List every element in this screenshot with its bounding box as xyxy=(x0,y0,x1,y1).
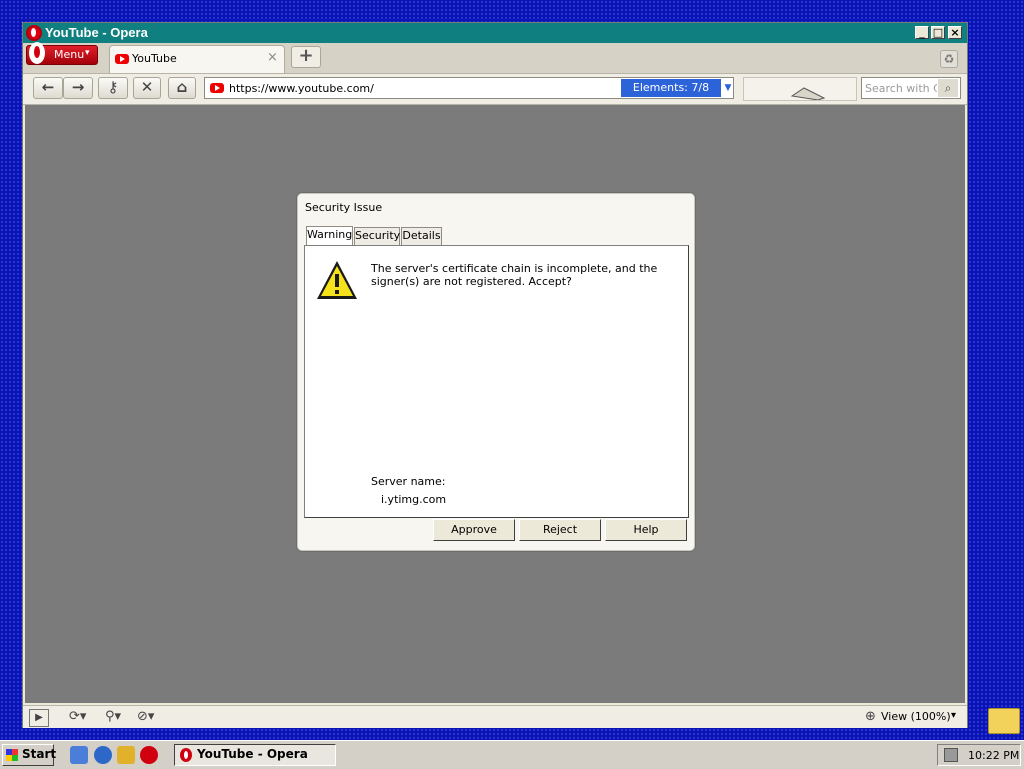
warning-message: The server's certificate chain is incomp… xyxy=(371,262,658,288)
turbo-icon[interactable]: ⊘▾ xyxy=(137,709,154,724)
tab-warning[interactable]: Warning xyxy=(306,226,353,246)
zoom-icon[interactable]: ⊕ xyxy=(865,709,876,724)
taskbar-item-opera[interactable]: YouTube - Opera xyxy=(174,744,336,766)
address-dropdown-icon[interactable]: ▼ xyxy=(722,79,734,97)
tab-security[interactable]: Security xyxy=(354,227,400,246)
warning-triangle-icon xyxy=(317,261,357,299)
trash-icon[interactable]: ♻ xyxy=(940,50,958,68)
zoom-chevron-icon[interactable]: ▾ xyxy=(951,710,956,721)
server-name-value: i.ytimg.com xyxy=(381,493,447,506)
security-issue-dialog: Security Issue Warning Security Details … xyxy=(296,192,696,552)
share-icon[interactable]: ⚲▾ xyxy=(105,709,121,724)
elements-badge[interactable]: Elements: 7/8 xyxy=(621,79,721,97)
tab-youtube[interactable]: YouTube × xyxy=(109,45,285,73)
back-button[interactable]: ← xyxy=(33,77,63,99)
opera-quicklaunch-icon[interactable] xyxy=(140,746,158,764)
windows-flag-icon xyxy=(6,749,18,761)
server-name-label: Server name: xyxy=(371,475,446,488)
opera-o-icon xyxy=(29,42,45,64)
forward-button[interactable]: → xyxy=(63,77,93,99)
taskbar-item-label: YouTube - Opera xyxy=(197,747,308,761)
internet-explorer-icon[interactable] xyxy=(94,746,112,764)
close-button[interactable]: × xyxy=(948,26,962,39)
window-title: YouTube - Opera xyxy=(45,25,148,40)
tab-title: YouTube xyxy=(132,52,177,65)
approve-button[interactable]: Approve xyxy=(433,519,515,541)
taskbar: Start YouTube - Opera 10:22 PM xyxy=(0,740,1024,769)
dialog-title: Security Issue xyxy=(305,201,383,214)
page-content: Security Issue Warning Security Details … xyxy=(25,105,965,703)
search-placeholder: Search with C xyxy=(865,82,937,95)
speed-dial-preview xyxy=(743,77,857,101)
status-bar: ▶ ⟳▾ ⚲▾ ⊘▾ ⊕ View (100%) ▾ xyxy=(23,705,967,728)
search-field[interactable]: Search with C ⌕ xyxy=(861,77,961,99)
youtube-favicon-icon xyxy=(115,54,129,64)
stop-button[interactable]: ✕ xyxy=(133,77,161,99)
navigation-toolbar: ← → ⚷ ✕ ⌂ https://www.youtube.com/ Eleme… xyxy=(23,74,967,105)
opera-menu-button[interactable]: Menu ▾ xyxy=(26,42,98,65)
minimize-button[interactable]: _ xyxy=(915,26,929,39)
tray-app-icon[interactable] xyxy=(944,748,958,762)
sync-icon[interactable]: ⟳▾ xyxy=(69,709,86,724)
system-tray: 10:22 PM xyxy=(937,744,1021,766)
tab-details[interactable]: Details xyxy=(401,227,442,246)
show-desktop-icon[interactable] xyxy=(70,746,88,764)
maximize-button[interactable]: □ xyxy=(931,26,945,39)
opera-window: YouTube - Opera _ □ × Menu ▾ YouTube × +… xyxy=(22,22,968,728)
new-tab-button[interactable]: + xyxy=(291,46,321,68)
network-icon[interactable] xyxy=(117,746,135,764)
menu-label: Menu xyxy=(54,48,85,61)
folder-icon[interactable] xyxy=(988,708,1020,734)
address-text: https://www.youtube.com/ xyxy=(229,82,374,95)
key-icon[interactable]: ⚷ xyxy=(98,77,128,99)
address-field[interactable]: https://www.youtube.com/ Elements: 7/8 ▼ xyxy=(204,77,734,99)
panel-toggle-icon[interactable]: ▶ xyxy=(29,709,49,727)
zoom-level[interactable]: View (100%) xyxy=(881,710,951,723)
opera-logo-icon xyxy=(180,748,192,762)
pencil-icon xyxy=(790,87,826,101)
tab-close-icon[interactable]: × xyxy=(267,50,278,65)
tab-strip: Menu ▾ YouTube × + ♻ xyxy=(23,42,967,74)
start-button[interactable]: Start xyxy=(2,744,57,766)
youtube-favicon-icon xyxy=(210,83,224,93)
chevron-down-icon: ▾ xyxy=(85,48,90,58)
title-bar[interactable]: YouTube - Opera _ □ × xyxy=(23,23,967,43)
home-button[interactable]: ⌂ xyxy=(168,77,196,99)
help-button[interactable]: Help xyxy=(605,519,687,541)
opera-logo-icon xyxy=(26,25,42,41)
clock[interactable]: 10:22 PM xyxy=(968,749,1019,762)
search-icon[interactable]: ⌕ xyxy=(938,79,958,97)
warning-panel: The server's certificate chain is incomp… xyxy=(304,245,689,518)
start-label: Start xyxy=(22,747,57,761)
reject-button[interactable]: Reject xyxy=(519,519,601,541)
